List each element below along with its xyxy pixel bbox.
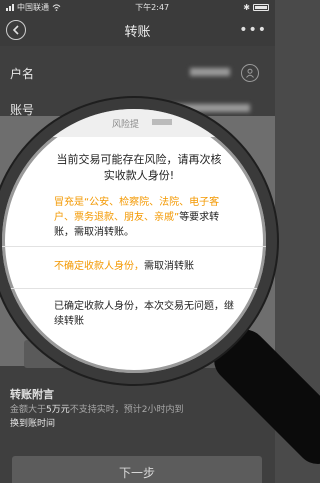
dialog-title-bar: 风险提 [2,109,266,137]
magnifier-lens: 风险提 当前交易可能存在风险，请再次核实收款人身份! 冒充是“公安、检察院、法院… [0,98,277,384]
back-button[interactable] [6,20,26,40]
attachment-title: 转账附言 [10,388,54,401]
dialog-title: 风险提 [112,120,140,130]
divider [2,288,266,289]
signal-icon [6,3,14,11]
note-end: 换到账时间 [10,418,56,429]
page-title: 转账 [124,24,151,40]
back-arrow-icon [12,25,19,35]
option2-highlight: 不确定收款人身份， [54,261,144,272]
risk-heading: 当前交易可能存在风险，请再次核实收款人身份! [56,153,222,182]
person-icon[interactable] [241,64,259,82]
next-step-button[interactable]: 下一步 [12,456,262,483]
status-right: ✱ [243,3,269,12]
wifi-icon [52,3,61,11]
clock: 下午2:47 [135,2,170,12]
bluetooth-icon: ✱ [243,2,250,12]
payee-name-label: 户名 [10,66,35,81]
note-amount: 5万元 [46,405,70,415]
risk-option-confirmed[interactable]: 已确定收款人身份，本次交易无问题，继续转账 [54,299,239,329]
more-dots-icon[interactable]: ••• [239,22,267,38]
payee-name-row[interactable]: 户名 [0,56,275,90]
battery-icon [252,3,269,11]
carrier-name: 中国联通 [17,2,49,12]
risk-option-uncertain[interactable]: 不确定收款人身份，需取消转账 [54,259,239,274]
option2-suffix: 需取消转账 [144,261,194,272]
status-bar: 中国联通 下午2:47 ✱ [0,0,275,14]
option1-prefix: 冒充是 [54,197,84,208]
risk-option-impersonation[interactable]: 冒充是“公安、检察院、法院、电子客户、票务退款、朋友、亲戚”等要求转账，需取消转… [54,195,239,240]
divider [2,246,266,247]
nav-bar: 转账 ••• [0,14,275,46]
status-left: 中国联通 [6,2,61,13]
attachment-note: 金额大于5万元不支持实时，预计2小时内到 换到账时间 [10,405,184,429]
payee-name-value [190,67,230,79]
